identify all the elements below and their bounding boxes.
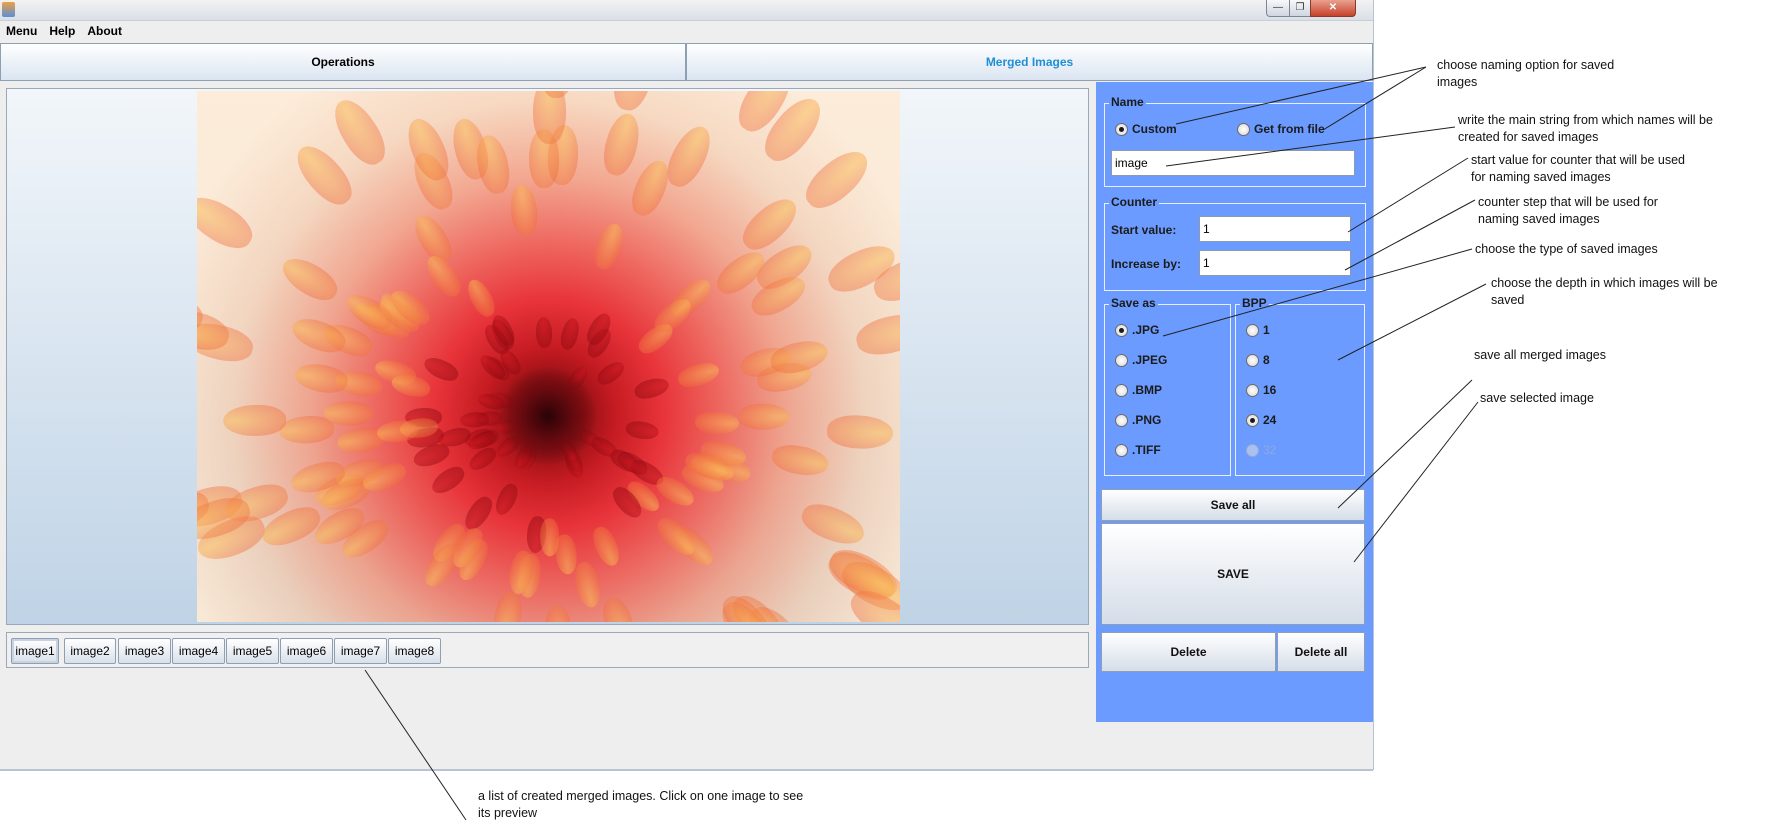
annotation-line-main-string — [1165, 126, 1456, 167]
annotation-line-list — [364, 669, 467, 821]
annotation-save-all: save all merged images — [1474, 348, 1607, 362]
annotation-line-type — [1162, 248, 1473, 337]
annotation-save-selected: save selected image — [1480, 391, 1594, 405]
annotation-depth: choose the depth in which images will be… — [1491, 276, 1718, 307]
annotation-line-save-selected — [1353, 401, 1479, 563]
annotation-line-get-from-file — [1322, 66, 1427, 131]
annotation-counter-step: counter step that will be used for namin… — [1478, 195, 1658, 226]
annotation-line-counter-step — [1344, 199, 1476, 271]
annotation-list: a list of created merged images. Click o… — [478, 789, 804, 820]
annotation-line-start-value — [1347, 157, 1469, 233]
annotation-line-depth — [1337, 283, 1487, 361]
annotation-type: choose the type of saved images — [1475, 242, 1658, 256]
annotation-naming: choose naming option for saved images — [1437, 58, 1615, 89]
annotation-start-value: start value for counter that will be use… — [1471, 153, 1686, 184]
annotation-line-custom — [1175, 66, 1427, 125]
annotation-main-string: write the main string from which names w… — [1458, 113, 1713, 144]
annotation-line-save-all — [1337, 379, 1473, 509]
